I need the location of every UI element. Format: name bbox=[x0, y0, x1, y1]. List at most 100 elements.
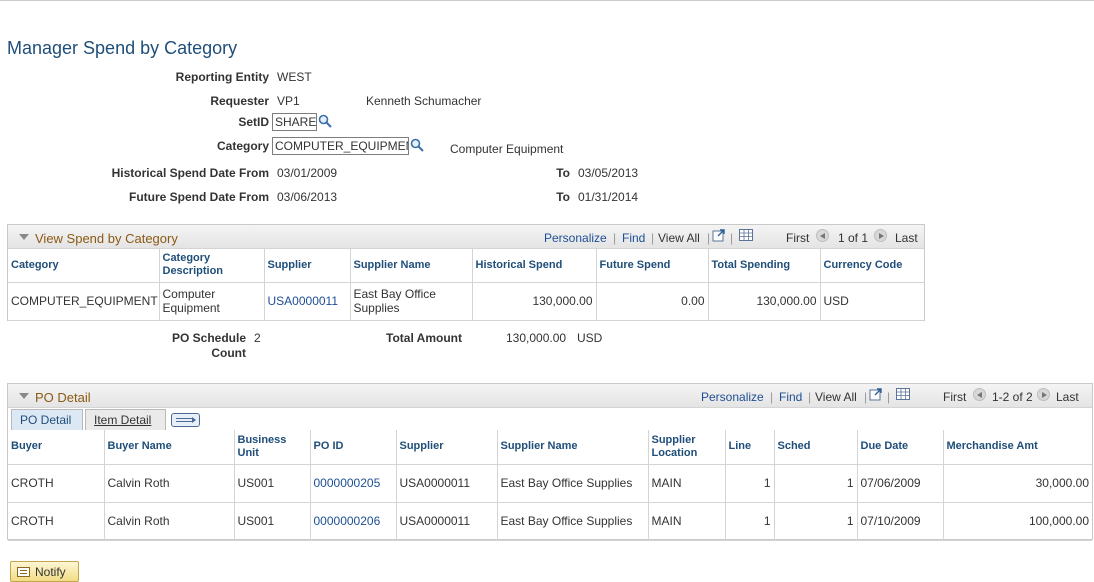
col-currency-code[interactable]: Currency Code bbox=[820, 249, 924, 283]
col-category-description[interactable]: Category Description bbox=[159, 249, 265, 283]
category-lookup-magnifier-icon[interactable] bbox=[410, 138, 424, 152]
separator: | bbox=[707, 231, 711, 245]
po-schedule-count-label: PO Schedule Count bbox=[171, 331, 246, 360]
supplier-link[interactable]: USA0000011 bbox=[268, 294, 339, 308]
col-historical-spend[interactable]: Historical Spend bbox=[472, 249, 597, 283]
cell-business-unit: US001 bbox=[234, 464, 311, 503]
col-buyer-name[interactable]: Buyer Name bbox=[104, 430, 235, 465]
po-last-label: Last bbox=[1056, 390, 1079, 404]
separator: | bbox=[730, 231, 734, 245]
cell-currency-code: USD bbox=[820, 282, 924, 321]
separator: | bbox=[887, 390, 891, 404]
col-merchandise-amt[interactable]: Merchandise Amt bbox=[943, 430, 1092, 465]
zoom-icon[interactable] bbox=[712, 228, 726, 242]
cell-due-date: 07/10/2009 bbox=[857, 502, 944, 541]
future-from-value: 03/06/2013 bbox=[277, 190, 338, 204]
cell-buyer-name: Calvin Roth bbox=[104, 464, 235, 503]
total-amount-label: Total Amount bbox=[386, 331, 462, 345]
future-to-label: To bbox=[556, 190, 570, 204]
po-tab-strip: PO Detail Item Detail bbox=[8, 408, 1092, 432]
col-supplier-name[interactable]: Supplier Name bbox=[350, 249, 473, 283]
next-arrow-icon[interactable] bbox=[874, 229, 887, 242]
cell-supplier: USA0000011 bbox=[396, 464, 498, 503]
separator: | bbox=[613, 231, 617, 245]
total-amount-currency: USD bbox=[577, 331, 603, 345]
cell-supplier-name: East Bay Office Supplies bbox=[497, 464, 649, 503]
future-to-value: 01/31/2014 bbox=[578, 190, 639, 204]
col-line[interactable]: Line bbox=[725, 430, 775, 465]
spend-last-label: Last bbox=[895, 231, 918, 245]
po-find-link[interactable]: Find bbox=[779, 390, 802, 404]
cell-future-spend: 0.00 bbox=[596, 282, 709, 321]
previous-arrow-icon[interactable] bbox=[816, 229, 829, 242]
po-grid-title: PO Detail bbox=[35, 390, 91, 405]
collapse-triangle-icon[interactable] bbox=[19, 234, 29, 240]
separator: | bbox=[808, 390, 812, 404]
cell-supplier-location: MAIN bbox=[648, 464, 726, 503]
spend-range: 1 of 1 bbox=[838, 231, 869, 245]
cell-line: 1 bbox=[725, 502, 775, 541]
spreadsheet-icon[interactable] bbox=[739, 229, 753, 241]
zoom-icon[interactable] bbox=[869, 387, 883, 401]
po-view-all-link[interactable]: View All bbox=[815, 390, 857, 404]
cell-buyer: CROTH bbox=[8, 502, 105, 541]
category-label: Category bbox=[216, 139, 269, 153]
po-table-header-row: Buyer Buyer Name Business Unit PO ID Sup… bbox=[8, 430, 1092, 465]
total-amount-value: 130,000.00 bbox=[506, 331, 567, 345]
cell-buyer-name: Calvin Roth bbox=[104, 502, 235, 541]
po-id-link[interactable]: 0000000206 bbox=[314, 514, 381, 528]
historical-to-label: To bbox=[556, 166, 570, 180]
collapse-triangle-icon[interactable] bbox=[19, 393, 29, 399]
cell-sched: 1 bbox=[774, 464, 858, 503]
table-row: CROTH Calvin Roth US001 0000000205 USA00… bbox=[8, 464, 1092, 503]
cell-buyer: CROTH bbox=[8, 464, 105, 503]
reporting-entity-label: Reporting Entity bbox=[175, 70, 269, 84]
cell-supplier-name: East Bay Office Supplies bbox=[350, 282, 473, 321]
notify-button-label: Notify bbox=[35, 565, 66, 579]
col-due-date[interactable]: Due Date bbox=[857, 430, 944, 465]
tab-po-detail[interactable]: PO Detail bbox=[11, 409, 83, 431]
category-description: Computer Equipment bbox=[450, 142, 564, 156]
col-business-unit[interactable]: Business Unit bbox=[234, 430, 311, 465]
notify-icon bbox=[17, 567, 30, 577]
requester-id: VP1 bbox=[277, 94, 300, 108]
po-id-link[interactable]: 0000000205 bbox=[314, 476, 381, 490]
separator: | bbox=[864, 390, 868, 404]
spend-personalize-link[interactable]: Personalize bbox=[544, 231, 607, 245]
show-all-columns-icon[interactable] bbox=[171, 413, 200, 427]
setid-input[interactable]: SHARE bbox=[272, 113, 317, 131]
po-schedule-count-value: 2 bbox=[254, 331, 261, 345]
col-future-spend[interactable]: Future Spend bbox=[596, 249, 709, 283]
col-category[interactable]: Category bbox=[8, 249, 160, 283]
col-supplier-location[interactable]: Supplier Location bbox=[648, 430, 726, 465]
spend-find-link[interactable]: Find bbox=[622, 231, 645, 245]
cell-sched: 1 bbox=[774, 502, 858, 541]
col-supplier[interactable]: Supplier bbox=[264, 249, 351, 283]
spend-view-all-link[interactable]: View All bbox=[658, 231, 700, 245]
tab-item-detail[interactable]: Item Detail bbox=[85, 409, 166, 431]
col-buyer[interactable]: Buyer bbox=[8, 430, 105, 465]
col-supplier[interactable]: Supplier bbox=[396, 430, 498, 465]
cell-due-date: 07/06/2009 bbox=[857, 464, 944, 503]
po-personalize-link[interactable]: Personalize bbox=[701, 390, 764, 404]
spend-grid-title: View Spend by Category bbox=[35, 231, 178, 246]
spreadsheet-icon[interactable] bbox=[896, 388, 910, 400]
reporting-entity-value: WEST bbox=[277, 70, 312, 84]
po-grid-header: PO Detail Personalize | Find | View All … bbox=[8, 384, 1092, 408]
col-total-spending[interactable]: Total Spending bbox=[708, 249, 821, 283]
col-po-id[interactable]: PO ID bbox=[310, 430, 397, 465]
col-sched[interactable]: Sched bbox=[774, 430, 858, 465]
cell-total-spending: 130,000.00 bbox=[708, 282, 821, 321]
notify-button[interactable]: Notify bbox=[10, 561, 79, 582]
next-arrow-icon[interactable] bbox=[1037, 388, 1050, 401]
cell-merchandise-amt: 100,000.00 bbox=[943, 502, 1092, 541]
category-input[interactable]: COMPUTER_EQUIPMENT bbox=[272, 137, 409, 155]
setid-lookup-magnifier-icon[interactable] bbox=[318, 114, 332, 128]
col-supplier-name[interactable]: Supplier Name bbox=[497, 430, 649, 465]
previous-arrow-icon[interactable] bbox=[973, 388, 986, 401]
cell-merchandise-amt: 30,000.00 bbox=[943, 464, 1092, 503]
spend-grid-header: View Spend by Category Personalize | Fin… bbox=[8, 225, 924, 249]
table-row: COMPUTER_EQUIPMENT Computer Equipment US… bbox=[8, 282, 924, 321]
separator: | bbox=[770, 390, 774, 404]
spend-by-category-grid: View Spend by Category Personalize | Fin… bbox=[7, 224, 925, 321]
